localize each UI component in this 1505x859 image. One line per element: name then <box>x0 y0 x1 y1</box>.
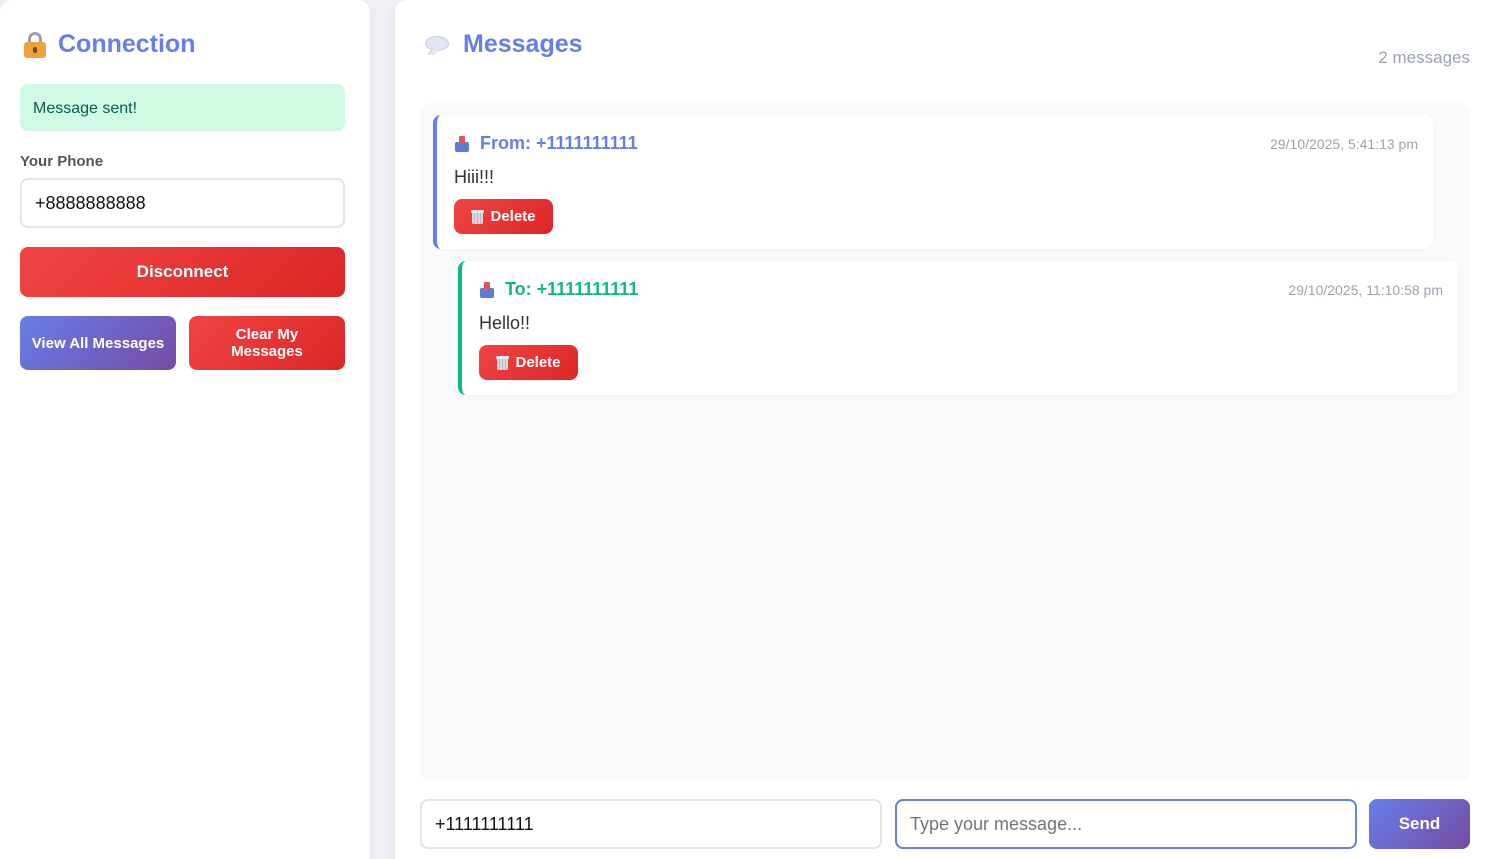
clear-my-messages-button[interactable]: Clear My Messages <box>189 316 345 370</box>
delete-label: Delete <box>490 208 536 225</box>
message-text: Hello!! <box>479 313 531 333</box>
disconnect-button[interactable]: Disconnect <box>20 247 345 297</box>
trash-icon <box>471 209 485 224</box>
inbox-tray-icon <box>454 135 470 152</box>
outbox-tray-icon <box>479 281 495 298</box>
send-button[interactable]: Send <box>1369 799 1470 849</box>
messages-list[interactable]: From: +1111111111 29/10/2025, 5:41:13 pm… <box>420 103 1470 780</box>
message-sender: From: +1111111111 <box>480 133 638 153</box>
phone-input[interactable] <box>20 178 345 228</box>
message-header: To: +1111111111 <box>479 279 638 300</box>
message-recipient: To: +1111111111 <box>505 279 639 299</box>
status-alert: Message sent! <box>20 84 345 131</box>
delete-label: Delete <box>515 354 561 371</box>
view-all-messages-button[interactable]: View All Messages <box>20 316 176 370</box>
message-item-received: From: +1111111111 29/10/2025, 5:41:13 pm… <box>433 115 1433 249</box>
message-header: From: +1111111111 <box>454 133 638 154</box>
recipient-input[interactable] <box>420 799 882 849</box>
message-timestamp: 29/10/2025, 5:41:13 pm <box>1270 136 1418 152</box>
connection-panel: Connection Message sent! Your Phone Disc… <box>0 0 370 859</box>
lock-icon <box>24 31 46 58</box>
connection-title: Connection <box>24 30 196 59</box>
speech-bubble-icon <box>425 34 451 56</box>
messages-count: 2 messages <box>1378 48 1470 67</box>
message-text: Hiii!!! <box>454 167 494 187</box>
trash-icon <box>496 355 510 370</box>
delete-message-button[interactable]: Delete <box>454 199 553 234</box>
phone-label: Your Phone <box>20 153 104 170</box>
connection-title-text: Connection <box>58 30 196 58</box>
message-input[interactable] <box>895 799 1357 849</box>
delete-message-button[interactable]: Delete <box>479 345 578 380</box>
messages-title: Messages <box>425 30 583 59</box>
message-timestamp: 29/10/2025, 11:10:58 pm <box>1288 282 1443 298</box>
messages-title-text: Messages <box>463 30 583 58</box>
message-item-sent: To: +1111111111 29/10/2025, 11:10:58 pm … <box>458 261 1458 395</box>
